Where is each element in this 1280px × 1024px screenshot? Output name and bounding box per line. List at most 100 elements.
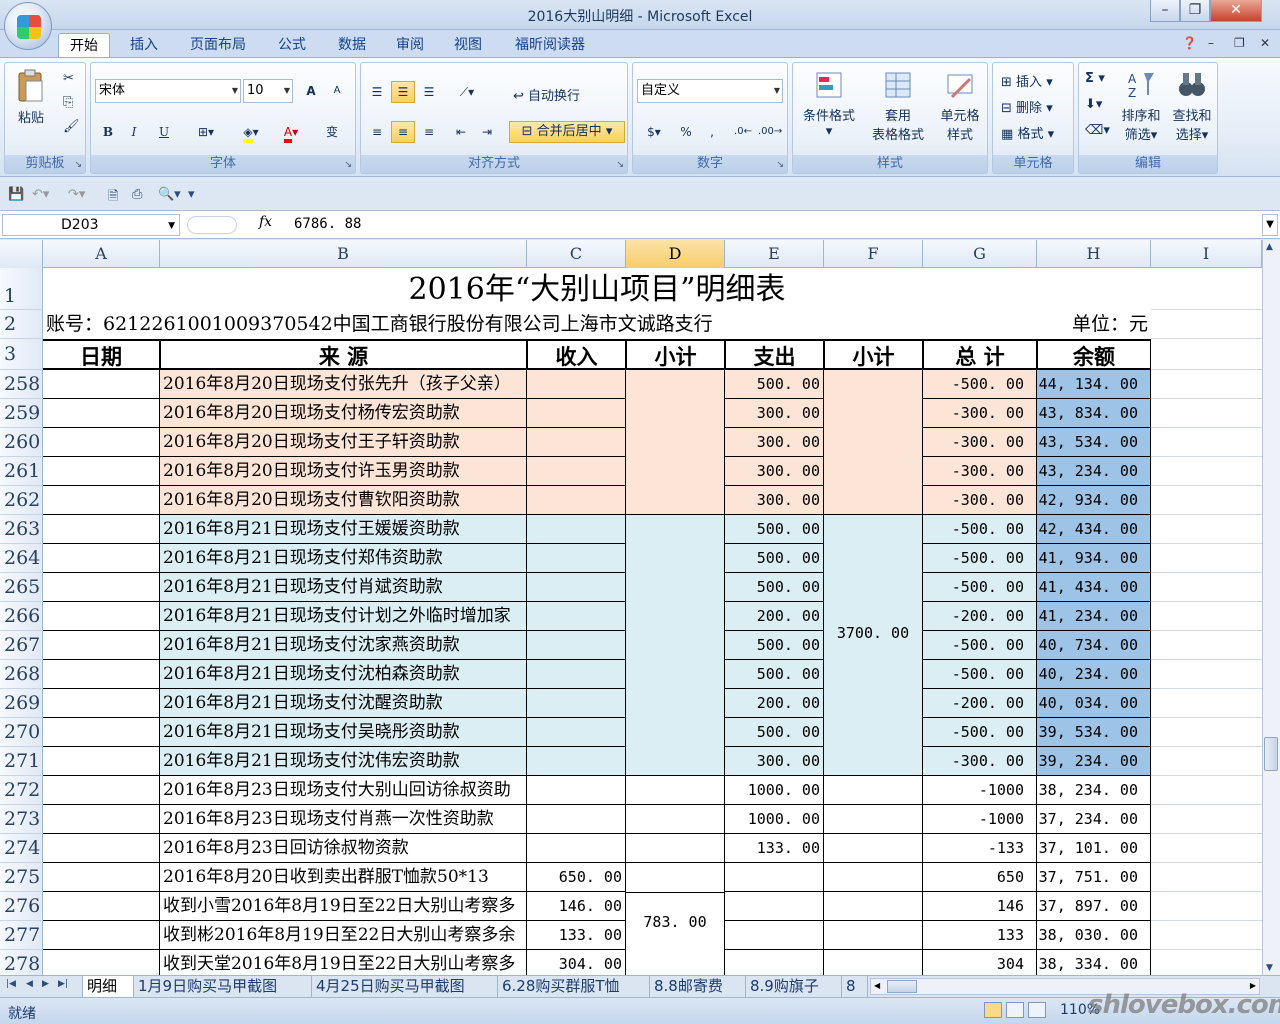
expense-cell[interactable]: 300. 00 xyxy=(725,428,824,457)
header-cell[interactable]: 总 计 xyxy=(923,339,1037,370)
column-i-cell[interactable] xyxy=(1151,339,1262,370)
income-cell[interactable] xyxy=(527,515,626,544)
row-header[interactable]: 262 xyxy=(0,486,43,515)
font-size-combo[interactable]: 10 ▼ xyxy=(243,79,293,103)
sheet-tab[interactable]: 6.28购买群服T恤 xyxy=(498,976,650,997)
income-cell[interactable] xyxy=(527,370,626,399)
worksheet-grid[interactable]: ABCDEFGHI 1 2 3 2016年“大别山项目”明细表 账号：621226100… xyxy=(0,240,1262,975)
account-info[interactable]: 账号：6212261001009370542中国工商银行股份有限公司上海市文诚路… xyxy=(46,310,826,339)
column-i-cell[interactable] xyxy=(1151,805,1262,834)
tab-formulas[interactable]: 公式 xyxy=(268,33,316,58)
row-header[interactable]: 271 xyxy=(0,747,43,776)
balance-cell[interactable]: 41, 934. 00 xyxy=(1037,544,1151,573)
column-i-cell[interactable] xyxy=(1151,718,1262,747)
save-icon[interactable]: 💾 xyxy=(8,187,24,202)
income-cell[interactable] xyxy=(527,457,626,486)
date-cell[interactable] xyxy=(43,486,160,515)
column-i-cell[interactable] xyxy=(1151,834,1262,863)
income-cell[interactable]: 146. 00 xyxy=(527,892,626,921)
total-cell[interactable]: -133 xyxy=(923,834,1037,863)
total-cell[interactable]: 650 xyxy=(923,863,1037,892)
source-cell[interactable]: 2016年8月21日现场支付沈家燕资助款 xyxy=(160,631,527,660)
total-cell[interactable]: -500. 00 xyxy=(923,631,1037,660)
align-left-icon[interactable]: ≡ xyxy=(365,121,389,143)
row-header-3[interactable]: 3 xyxy=(0,339,43,370)
date-cell[interactable] xyxy=(43,399,160,428)
column-i-cell[interactable] xyxy=(1151,776,1262,805)
normal-view-icon[interactable] xyxy=(984,1002,1002,1018)
column-i-cell[interactable] xyxy=(1151,268,1262,310)
header-cell[interactable]: 来 源 xyxy=(160,339,527,370)
income-cell[interactable] xyxy=(527,689,626,718)
income-cell[interactable] xyxy=(527,631,626,660)
source-cell[interactable]: 2016年8月21日现场支付沈醒资助款 xyxy=(160,689,527,718)
alignment-launcher-icon[interactable]: ↘ xyxy=(616,160,624,170)
tab-page-layout[interactable]: 页面布局 xyxy=(180,33,256,58)
font-color-icon[interactable]: A▾ xyxy=(273,121,309,143)
copy-icon[interactable]: ⎘ xyxy=(63,95,73,110)
subtotal-expense-merged[interactable]: 3700. 00 xyxy=(824,515,923,776)
balance-cell[interactable]: 39, 234. 00 xyxy=(1037,747,1151,776)
subtotal-expense-cell[interactable] xyxy=(824,950,923,975)
expense-cell[interactable]: 500. 00 xyxy=(725,370,824,399)
balance-cell[interactable]: 42, 434. 00 xyxy=(1037,515,1151,544)
column-header-d[interactable]: D xyxy=(626,240,725,268)
font-launcher-icon[interactable]: ↘ xyxy=(344,160,352,170)
date-cell[interactable] xyxy=(43,718,160,747)
percent-button[interactable]: % xyxy=(675,121,697,143)
source-cell[interactable]: 2016年8月20日现场支付许玉男资助款 xyxy=(160,457,527,486)
column-i-cell[interactable] xyxy=(1151,457,1262,486)
expense-cell[interactable]: 500. 00 xyxy=(725,631,824,660)
horizontal-scroll-thumb[interactable] xyxy=(887,980,917,993)
undo-icon[interactable]: ↶▾ xyxy=(32,187,49,202)
column-i-cell[interactable] xyxy=(1151,310,1262,339)
scroll-down-icon[interactable]: ▼ xyxy=(1266,963,1273,973)
total-cell[interactable]: -200. 00 xyxy=(923,602,1037,631)
column-header-e[interactable]: E xyxy=(725,240,824,268)
align-bottom-icon[interactable]: ☰ xyxy=(417,81,441,103)
date-cell[interactable] xyxy=(43,602,160,631)
scroll-left-icon[interactable]: ◀ xyxy=(874,981,880,990)
row-header[interactable]: 278 xyxy=(0,950,43,975)
scroll-up-icon[interactable]: ▲ xyxy=(1266,242,1273,252)
balance-cell[interactable]: 40, 034. 00 xyxy=(1037,689,1151,718)
income-cell[interactable] xyxy=(527,776,626,805)
row-header[interactable]: 270 xyxy=(0,718,43,747)
header-cell[interactable]: 日期 xyxy=(43,339,160,370)
italic-button[interactable]: I xyxy=(123,121,145,143)
subtotal-income-block[interactable] xyxy=(626,515,725,776)
sheet-tab[interactable]: 8.9购旗子 xyxy=(746,976,842,997)
number-format-combo[interactable]: 自定义 ▼ xyxy=(637,79,783,103)
source-cell[interactable]: 2016年8月21日现场支付郑伟资助款 xyxy=(160,544,527,573)
expense-cell[interactable]: 300. 00 xyxy=(725,486,824,515)
date-cell[interactable] xyxy=(43,776,160,805)
header-cell[interactable]: 收入 xyxy=(527,339,626,370)
expense-cell[interactable] xyxy=(725,892,824,921)
balance-cell[interactable]: 40, 234. 00 xyxy=(1037,660,1151,689)
phonetic-button[interactable]: 变 xyxy=(315,121,349,143)
income-cell[interactable] xyxy=(527,399,626,428)
date-cell[interactable] xyxy=(43,428,160,457)
subtotal-income-merged[interactable]: 783. 00 xyxy=(626,892,725,975)
column-i-cell[interactable] xyxy=(1151,486,1262,515)
row-header[interactable]: 273 xyxy=(0,805,43,834)
number-launcher-icon[interactable]: ↘ xyxy=(776,160,784,170)
page-layout-view-icon[interactable] xyxy=(1006,1002,1024,1018)
source-cell[interactable]: 2016年8月21日现场支付肖斌资助款 xyxy=(160,573,527,602)
total-cell[interactable]: 133 xyxy=(923,921,1037,950)
income-cell[interactable] xyxy=(527,834,626,863)
income-cell[interactable] xyxy=(527,602,626,631)
balance-cell[interactable]: 37, 751. 00 xyxy=(1037,863,1151,892)
row-header[interactable]: 267 xyxy=(0,631,43,660)
delete-cells-button[interactable]: ⊟ 删除 ▾ xyxy=(1001,97,1053,116)
cut-icon[interactable]: ✂ xyxy=(63,71,74,86)
date-cell[interactable] xyxy=(43,805,160,834)
source-cell[interactable]: 2016年8月23日回访徐叔物资款 xyxy=(160,834,527,863)
subtotal-expense-cell[interactable] xyxy=(824,805,923,834)
vertical-scroll-thumb[interactable] xyxy=(1264,737,1278,771)
close-button[interactable]: ✕ xyxy=(1210,0,1262,22)
source-cell[interactable]: 收到小雪2016年8月19日至22日大别山考察多 xyxy=(160,892,527,921)
row-header[interactable]: 276 xyxy=(0,892,43,921)
income-cell[interactable]: 650. 00 xyxy=(527,863,626,892)
ribbon-restore-icon[interactable]: ❐ xyxy=(1234,36,1245,50)
